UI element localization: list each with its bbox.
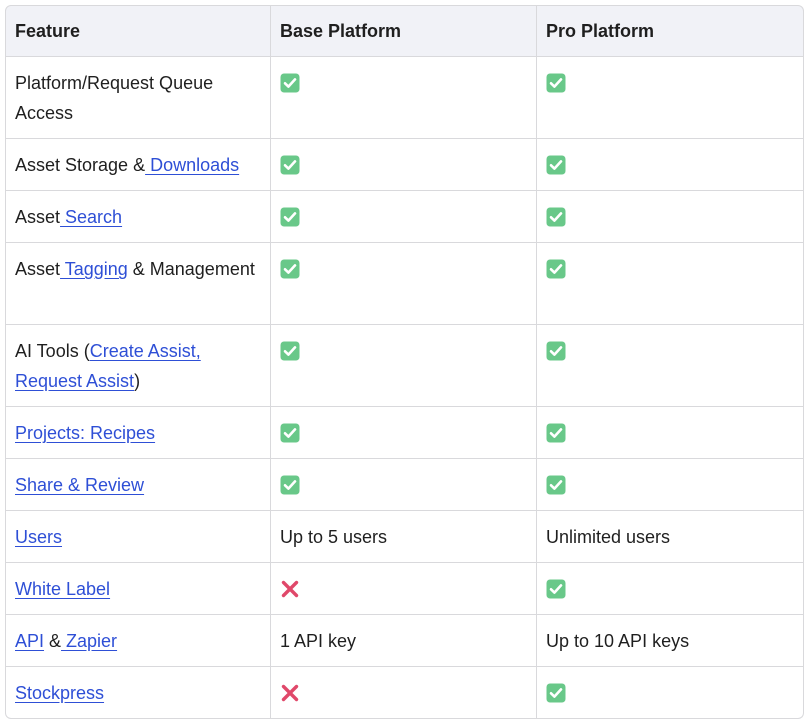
check-mark-button-icon bbox=[280, 155, 300, 175]
row-4-pro-platform bbox=[537, 325, 804, 407]
row-10-base-platform bbox=[271, 667, 537, 719]
link-downloads[interactable]: Downloads bbox=[145, 155, 239, 175]
feature-text: & bbox=[44, 631, 62, 651]
link-tagging[interactable]: Tagging bbox=[60, 259, 128, 279]
link-users[interactable]: Users bbox=[15, 527, 62, 547]
check-mark-button-icon bbox=[546, 423, 566, 443]
check-mark-button-icon bbox=[546, 683, 566, 703]
check-mark-button-icon bbox=[280, 73, 300, 93]
header-row: Feature Base Platform Pro Platform bbox=[5, 5, 804, 57]
link-stockpress[interactable]: Stockpress bbox=[15, 683, 104, 703]
row-2-base-platform bbox=[271, 191, 537, 243]
row-10-pro-platform bbox=[537, 667, 804, 719]
table-row: White Label bbox=[5, 563, 804, 615]
table-row: Asset Storage & Downloads bbox=[5, 139, 804, 191]
feature-cell: Share & Review bbox=[5, 459, 271, 511]
link-share-review[interactable]: Share & Review bbox=[15, 475, 144, 495]
feature-text: Platform/Request Queue Access bbox=[15, 73, 214, 123]
check-mark-button-icon bbox=[546, 155, 566, 175]
cross-mark-icon bbox=[280, 579, 300, 599]
row-3-base-platform bbox=[271, 243, 537, 325]
row-6-pro-platform bbox=[537, 459, 804, 511]
cross-mark-icon bbox=[280, 683, 300, 703]
table-row: Stockpress bbox=[5, 667, 804, 719]
feature-text: ) bbox=[134, 371, 141, 391]
check-mark-button-icon bbox=[546, 341, 566, 361]
check-mark-button-icon bbox=[280, 423, 300, 443]
check-mark-button-icon bbox=[546, 475, 566, 495]
row-7-base-platform: Up to 5 users bbox=[271, 511, 537, 563]
table-row: Asset Tagging & Management bbox=[5, 243, 804, 325]
link-request-assist[interactable]: Request Assist bbox=[15, 371, 134, 391]
header-pro-platform: Pro Platform bbox=[537, 5, 804, 57]
row-8-pro-platform bbox=[537, 563, 804, 615]
row-7-pro-platform: Unlimited users bbox=[537, 511, 804, 563]
feature-cell: Projects: Recipes bbox=[5, 407, 271, 459]
header-base-platform: Base Platform bbox=[271, 5, 537, 57]
table-row: API & Zapier 1 API key Up to 10 API keys bbox=[5, 615, 804, 667]
feature-text: Asset Storage & bbox=[15, 155, 146, 175]
row-5-base-platform bbox=[271, 407, 537, 459]
feature-cell: AI Tools (Create Assist, Request Assist) bbox=[5, 325, 271, 407]
feature-cell: API & Zapier bbox=[5, 615, 271, 667]
row-0-base-platform bbox=[271, 57, 537, 139]
base-platform-value: 1 API key bbox=[280, 631, 357, 651]
link-create-assist[interactable]: Create Assist, bbox=[90, 341, 201, 361]
link-search[interactable]: Search bbox=[60, 207, 122, 227]
table-row: Platform/Request Queue Access bbox=[5, 57, 804, 139]
feature-cell: Users bbox=[5, 511, 271, 563]
feature-cell: Platform/Request Queue Access bbox=[5, 57, 271, 139]
check-mark-button-icon bbox=[546, 259, 566, 279]
header-feature: Feature bbox=[5, 5, 271, 57]
row-5-pro-platform bbox=[537, 407, 804, 459]
feature-cell: Asset Tagging & Management bbox=[5, 243, 271, 325]
link-api[interactable]: API bbox=[15, 631, 44, 651]
row-6-base-platform bbox=[271, 459, 537, 511]
check-mark-button-icon bbox=[280, 341, 300, 361]
feature-cell: White Label bbox=[5, 563, 271, 615]
table-row: Asset Search bbox=[5, 191, 804, 243]
row-9-pro-platform: Up to 10 API keys bbox=[537, 615, 804, 667]
row-9-base-platform: 1 API key bbox=[271, 615, 537, 667]
table-row: AI Tools (Create Assist, Request Assist) bbox=[5, 325, 804, 407]
link-projects-recipes[interactable]: Projects: Recipes bbox=[15, 423, 155, 443]
feature-text: Asset bbox=[15, 259, 61, 279]
table-row: Users Up to 5 users Unlimited users bbox=[5, 511, 804, 563]
check-mark-button-icon bbox=[546, 73, 566, 93]
pro-platform-value: Unlimited users bbox=[546, 527, 671, 547]
base-platform-value: Up to 5 users bbox=[280, 527, 388, 547]
feature-cell: Asset Storage & Downloads bbox=[5, 139, 271, 191]
link-zapier[interactable]: Zapier bbox=[61, 631, 117, 651]
feature-cell: Stockpress bbox=[5, 667, 271, 719]
row-8-base-platform bbox=[271, 563, 537, 615]
row-2-pro-platform bbox=[537, 191, 804, 243]
table-row: Share & Review bbox=[5, 459, 804, 511]
check-mark-button-icon bbox=[546, 579, 566, 599]
check-mark-button-icon bbox=[546, 207, 566, 227]
check-mark-button-icon bbox=[280, 475, 300, 495]
table-row: Projects: Recipes bbox=[5, 407, 804, 459]
check-mark-button-icon bbox=[280, 259, 300, 279]
row-0-pro-platform bbox=[537, 57, 804, 139]
page: Feature Base Platform Pro Platform Platf… bbox=[0, 0, 807, 721]
pro-platform-value: Up to 10 API keys bbox=[546, 631, 690, 651]
feature-text: AI Tools ( bbox=[15, 341, 90, 361]
comparison-table: Feature Base Platform Pro Platform Platf… bbox=[5, 5, 804, 719]
row-1-base-platform bbox=[271, 139, 537, 191]
feature-text: Asset bbox=[15, 207, 61, 227]
feature-cell: Asset Search bbox=[5, 191, 271, 243]
row-4-base-platform bbox=[271, 325, 537, 407]
check-mark-button-icon bbox=[280, 207, 300, 227]
row-1-pro-platform bbox=[537, 139, 804, 191]
link-white-label[interactable]: White Label bbox=[15, 579, 110, 599]
feature-text: & Management bbox=[127, 259, 255, 279]
row-3-pro-platform bbox=[537, 243, 804, 325]
